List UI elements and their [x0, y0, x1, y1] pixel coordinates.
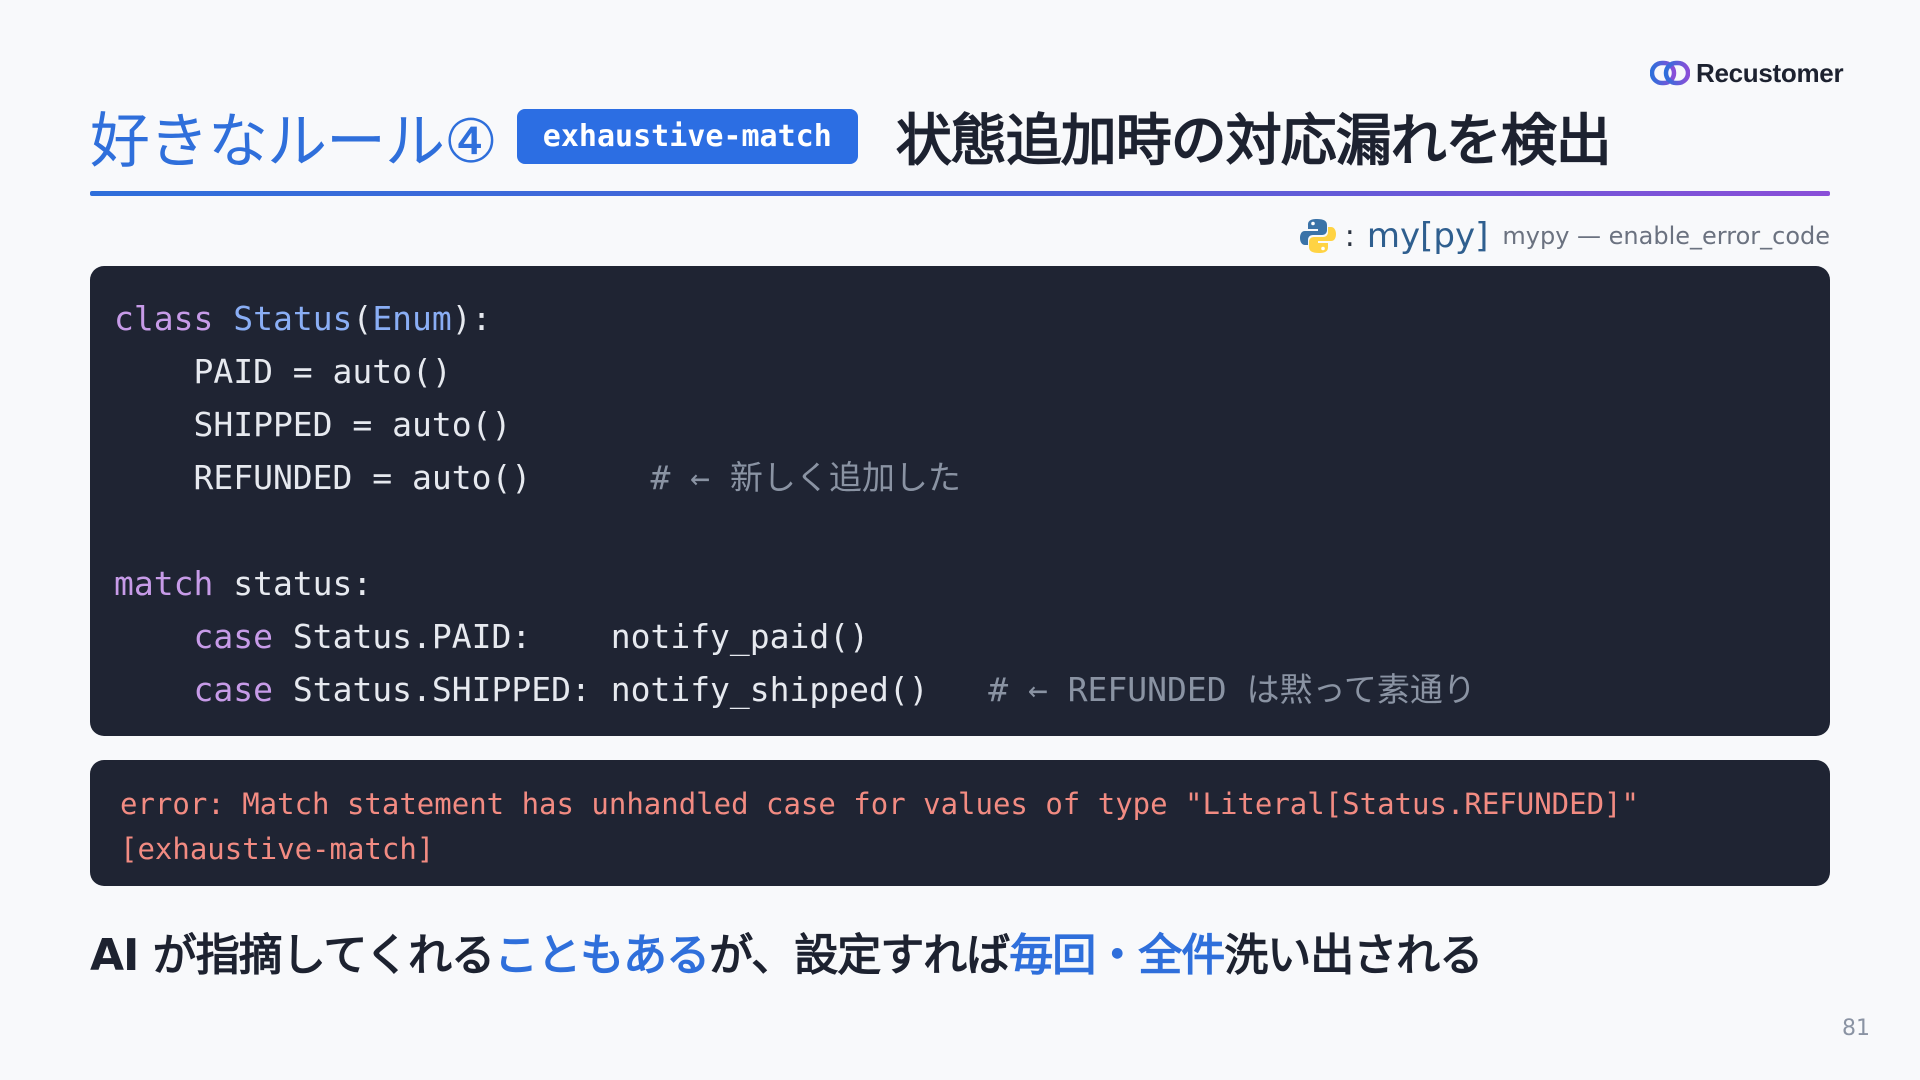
source-attribution: : my[py] mypy — enable_error_code — [1299, 214, 1830, 258]
tagline-highlight: 毎回・全件 — [1009, 930, 1225, 981]
error-line: [exhaustive-match] — [120, 832, 435, 866]
title-rest: 状態追加時の対応漏れを検出 — [895, 108, 1612, 174]
code-comment: # ← REFUNDED は黙って素通り — [988, 670, 1476, 709]
slide-title: 好きなルール④ exhaustive-match 状態追加時の対応漏れを検出 — [90, 92, 1830, 180]
code-line: case Status.PAID: notify_paid() — [193, 617, 869, 656]
code-comment: # ← 新しく追加した — [650, 458, 961, 497]
brand-logo: Recustomer — [1650, 57, 1844, 88]
code-line: SHIPPED = auto() — [114, 405, 512, 444]
python-logo-icon — [1299, 219, 1336, 253]
brand-name: Recustomer — [1696, 57, 1844, 88]
title-underline — [90, 191, 1830, 196]
tagline-highlight: こともある — [494, 930, 710, 981]
code-line: match status: — [114, 564, 373, 603]
code-line: REFUNDED = auto() # ← 新しく追加した — [114, 458, 961, 497]
tagline: AI が指摘してくれる こともある が、設定すれば 毎回・全件 洗い出される — [90, 918, 1483, 984]
chain-link-logo-icon — [1650, 60, 1690, 86]
code-line: case Status.SHIPPED: notify_shipped() # … — [193, 670, 1476, 709]
rule-badge: exhaustive-match — [516, 108, 858, 164]
code-line: class Status(Enum): — [114, 299, 492, 338]
error-line: error: Match statement has unhandled cas… — [120, 787, 1639, 821]
source-colon: : — [1344, 218, 1355, 254]
code-block: class Status(Enum): PAID = auto() SHIPPE… — [90, 266, 1830, 736]
source-note: mypy — enable_error_code — [1502, 222, 1830, 250]
title-lead: 好きなルール④ — [90, 106, 498, 177]
page-number: 81 — [1842, 1016, 1870, 1041]
code-line: PAID = auto() — [114, 352, 452, 391]
error-output: error: Match statement has unhandled cas… — [90, 760, 1830, 886]
mypy-logo-text: my[py] — [1366, 216, 1489, 256]
